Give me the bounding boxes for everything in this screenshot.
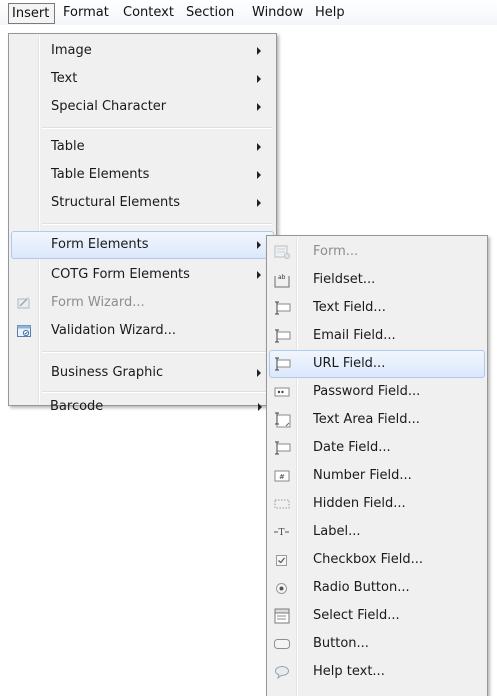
menu-item-label: Label...	[313, 524, 361, 539]
menu-item-label: Validation Wizard...	[51, 323, 177, 338]
validation-wizard-icon	[17, 324, 31, 338]
submenu-arrow-icon	[257, 143, 261, 151]
submenu-item-url-field[interactable]: URL Field...	[269, 350, 485, 378]
submenu-arrow-icon	[257, 47, 261, 55]
menu-item-label: Structural Elements	[51, 195, 181, 210]
help-text-icon	[273, 664, 291, 680]
menu-item-label: Button...	[313, 636, 369, 651]
text-field-icon	[273, 300, 291, 316]
submenu-arrow-icon	[257, 271, 261, 279]
hidden-field-icon	[273, 496, 291, 512]
submenu-item-help-text[interactable]: Help text...	[269, 658, 485, 686]
menu-item-cotg-form-elements[interactable]: COTG Form Elements	[11, 261, 274, 289]
checkbox-icon	[273, 552, 291, 568]
submenu-item-date-field[interactable]: Date Field...	[269, 434, 485, 462]
form-wizard-icon	[17, 296, 31, 310]
form-icon	[273, 244, 291, 260]
menu-item-table-elements[interactable]: Table Elements	[11, 161, 274, 189]
submenu-item-text-field[interactable]: Text Field...	[269, 294, 485, 322]
menu-separator	[42, 127, 272, 129]
submenu-arrow-icon	[257, 199, 261, 207]
fieldset-icon: ab	[273, 272, 291, 288]
submenu-arrow-icon	[257, 171, 261, 179]
menu-item-label: Hidden Field...	[313, 496, 406, 511]
submenu-item-text-area-field[interactable]: Text Area Field...	[269, 406, 485, 434]
menu-item-label: Form Wizard...	[51, 295, 145, 310]
menu-item-label: Fieldset...	[313, 272, 376, 287]
submenu-arrow-icon	[257, 103, 261, 111]
menu-item-label: Text Field...	[313, 300, 386, 315]
insert-dropdown-menu: Image Text Special Character Table Table…	[8, 33, 277, 406]
menu-item-label: Table Elements	[51, 167, 150, 182]
menu-item-label: Table	[51, 139, 85, 154]
menu-item-structural-elements[interactable]: Structural Elements	[11, 189, 274, 217]
menu-section[interactable]: Section	[186, 4, 234, 22]
menu-item-label: Date Field...	[313, 440, 391, 455]
email-field-icon	[273, 328, 291, 344]
submenu-item-email-field[interactable]: Email Field...	[269, 322, 485, 350]
menu-item-label: Help text...	[313, 664, 385, 679]
submenu-arrow-icon	[257, 75, 261, 83]
number-field-icon: #	[273, 468, 291, 484]
menu-item-table[interactable]: Table	[11, 133, 274, 161]
menu-item-label: COTG Form Elements	[51, 267, 190, 282]
submenu-item-hidden-field[interactable]: Hidden Field...	[269, 490, 485, 518]
menu-item-label: Special Character	[51, 99, 167, 114]
menu-item-label: Password Field...	[313, 384, 421, 399]
submenu-item-button[interactable]: Button...	[269, 630, 485, 658]
menu-item-label: Text	[51, 71, 78, 86]
submenu-item-fieldset[interactable]: ab Fieldset...	[269, 266, 485, 294]
menu-item-label: Select Field...	[313, 608, 400, 623]
url-field-icon	[273, 356, 291, 372]
text-area-icon	[273, 412, 291, 428]
menu-insert[interactable]: Insert	[8, 3, 55, 24]
submenu-arrow-icon	[257, 369, 261, 377]
menu-item-form-wizard[interactable]: Form Wizard...	[11, 289, 274, 317]
menu-item-label: Image	[51, 43, 92, 58]
menu-item-label: Radio Button...	[313, 580, 410, 595]
select-field-icon	[273, 608, 291, 624]
svg-text:T: T	[279, 528, 285, 538]
submenu-item-select-field[interactable]: Select Field...	[269, 602, 485, 630]
password-field-icon	[273, 384, 291, 400]
menu-item-label: Number Field...	[313, 468, 412, 483]
submenu-arrow-icon	[257, 241, 261, 249]
menu-item-label: Form...	[313, 244, 359, 259]
menu-item-form-elements[interactable]: Form Elements	[11, 231, 274, 259]
menu-item-image[interactable]: Image	[11, 37, 274, 65]
menu-item-label: Text Area Field...	[313, 412, 420, 427]
submenu-item-label[interactable]: T Label...	[269, 518, 485, 546]
menu-item-special-character[interactable]: Special Character	[11, 93, 274, 121]
menu-separator	[42, 223, 272, 225]
menu-format[interactable]: Format	[63, 4, 109, 22]
menu-item-business-graphic[interactable]: Business Graphic	[11, 359, 274, 387]
menu-item-label: Form Elements	[51, 237, 149, 252]
button-icon	[273, 636, 291, 652]
menu-item-label: Business Graphic	[51, 365, 164, 380]
radio-button-icon	[273, 580, 291, 596]
date-field-icon	[273, 440, 291, 456]
svg-text:ab: ab	[278, 274, 286, 281]
menu-item-label: Email Field...	[313, 328, 396, 343]
menu-help[interactable]: Help	[315, 4, 345, 22]
menu-item-text[interactable]: Text	[11, 65, 274, 93]
svg-text:#: #	[279, 473, 285, 481]
submenu-item-form[interactable]: Form...	[269, 238, 485, 266]
submenu-item-number-field[interactable]: # Number Field...	[269, 462, 485, 490]
menu-context[interactable]: Context	[123, 4, 174, 22]
submenu-item-password-field[interactable]: Password Field...	[269, 378, 485, 406]
menu-item-barcode[interactable]: Barcode	[10, 393, 275, 421]
menu-item-label: URL Field...	[313, 356, 386, 371]
menu-item-label: Checkbox Field...	[313, 552, 424, 567]
menu-item-validation-wizard[interactable]: Validation Wizard...	[11, 317, 274, 345]
form-elements-submenu: Form... ab Fieldset... Text Field... Ema…	[266, 235, 488, 696]
menu-item-label: Barcode	[50, 399, 104, 414]
submenu-arrow-icon	[258, 403, 262, 411]
submenu-item-radio-button[interactable]: Radio Button...	[269, 574, 485, 602]
menu-bar: Insert Format Context Section Window Hel…	[0, 0, 497, 25]
label-icon: T	[273, 524, 291, 540]
submenu-item-checkbox-field[interactable]: Checkbox Field...	[269, 546, 485, 574]
menu-separator	[42, 351, 272, 353]
menu-window[interactable]: Window	[252, 4, 303, 22]
